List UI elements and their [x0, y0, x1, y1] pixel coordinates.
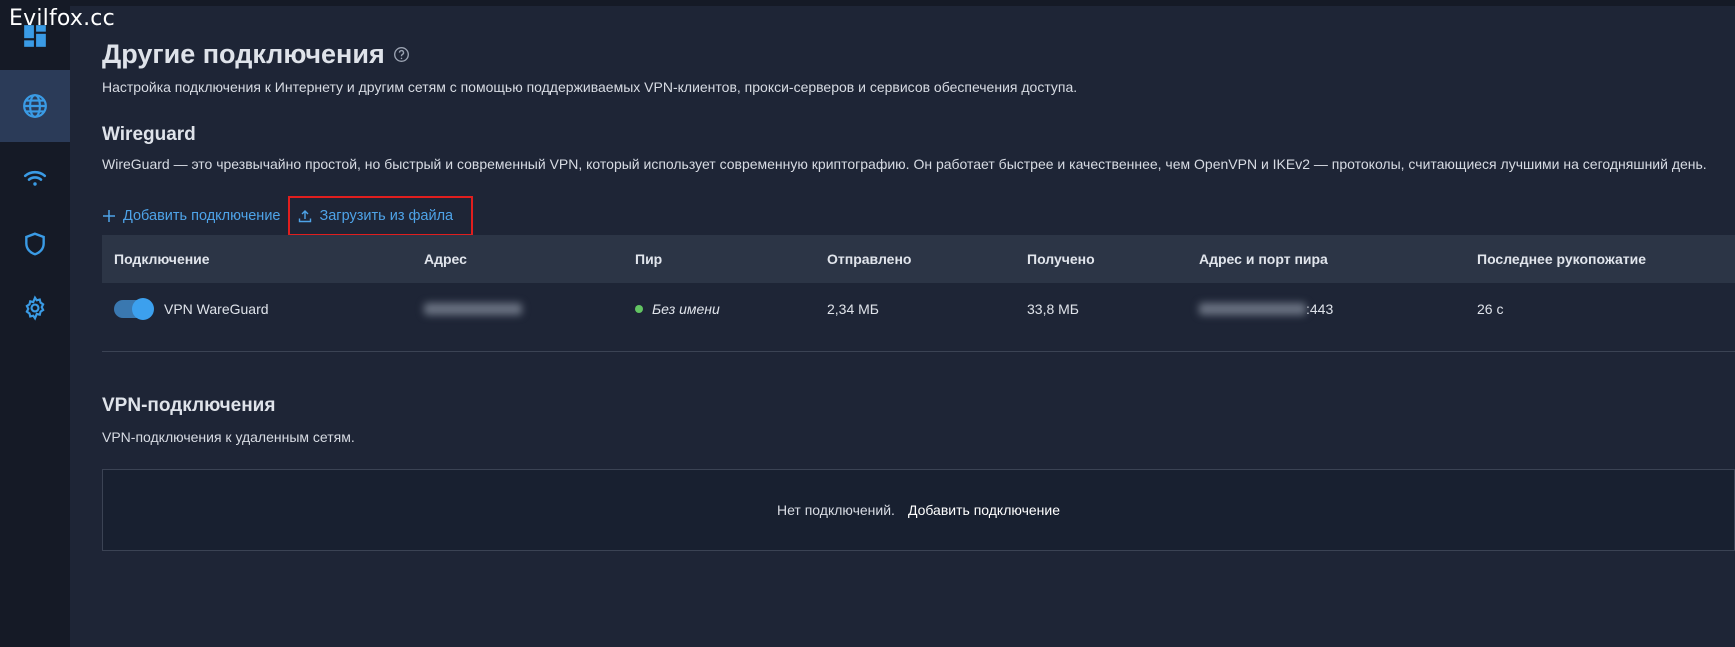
watermark: Evilfox.cc — [9, 6, 115, 31]
shield-icon — [25, 232, 45, 256]
peer-status-dot — [635, 305, 643, 313]
peer-address-redacted — [1199, 303, 1306, 315]
page-title-text: Другие подключения — [102, 39, 385, 69]
sidebar-item-settings[interactable] — [0, 272, 70, 344]
connection-name[interactable]: VPN WareGuard — [164, 301, 269, 317]
peer-cell: Без имени — [635, 283, 720, 335]
column-header[interactable]: Адрес и порт пира — [1199, 251, 1328, 267]
peer-port: :443 — [1306, 301, 1334, 317]
upload-from-file-label: Загрузить из файла — [319, 208, 454, 224]
column-header[interactable]: Подключение — [114, 251, 210, 267]
wireguard-table: Подключение Адрес Пир Отправлено Получен… — [102, 235, 1735, 335]
column-header[interactable]: Последнее рукопожатие — [1477, 251, 1646, 267]
add-connection-button[interactable]: Добавить подключение — [102, 208, 288, 224]
sidebar — [0, 6, 70, 647]
section-divider — [102, 351, 1735, 352]
add-connection-label: Добавить подключение — [123, 208, 281, 224]
table-header: Подключение Адрес Пир Отправлено Получен… — [102, 235, 1735, 283]
peer-name[interactable]: Без имени — [652, 301, 720, 317]
vpn-empty-state: Нет подключений. Добавить подключение — [102, 469, 1735, 551]
plus-icon — [103, 210, 115, 222]
wifi-icon — [23, 170, 47, 186]
address-cell — [424, 283, 522, 335]
globe-icon — [23, 94, 47, 118]
sidebar-item-internet[interactable] — [0, 70, 70, 142]
help-icon[interactable] — [393, 46, 410, 63]
main-content: Другие подключения Настройка подключения… — [102, 6, 1735, 647]
empty-state-text: Нет подключений. — [776, 502, 895, 518]
address-redacted — [424, 303, 522, 315]
received-cell: 33,8 МБ — [1027, 301, 1079, 317]
column-header[interactable]: Отправлено — [827, 251, 911, 267]
column-header[interactable]: Адрес — [424, 251, 467, 267]
vpn-description: VPN-подключения к удаленным сетям. — [102, 429, 355, 445]
column-header[interactable]: Пир — [635, 251, 662, 267]
sent-cell: 2,34 МБ — [827, 301, 879, 317]
table-row[interactable]: VPN WareGuard Без имени 2,34 МБ 33,8 МБ … — [102, 283, 1735, 335]
page-description: Настройка подключения к Интернету и друг… — [102, 79, 1078, 95]
connection-cell: VPN WareGuard — [114, 283, 269, 335]
sidebar-item-wifi[interactable] — [0, 142, 70, 214]
wireguard-description: WireGuard — это чрезвычайно простой, но … — [102, 156, 1707, 172]
wireguard-title: Wireguard — [102, 124, 196, 145]
add-vpn-connection-link[interactable]: Добавить подключение — [908, 502, 1060, 518]
page-title: Другие подключения — [102, 39, 410, 70]
connection-toggle[interactable] — [114, 298, 154, 320]
sidebar-item-security[interactable] — [0, 208, 70, 280]
gear-icon — [25, 295, 45, 321]
column-header[interactable]: Получено — [1027, 251, 1095, 267]
peer-address-cell: :443 — [1199, 283, 1333, 335]
upload-from-file-button[interactable]: Загрузить из файла — [288, 196, 474, 236]
wireguard-actions: Добавить подключение Загрузить из файла — [102, 196, 474, 236]
handshake-cell: 26 с — [1477, 301, 1504, 317]
upload-icon — [299, 210, 312, 223]
vpn-title: VPN-подключения — [102, 395, 276, 416]
